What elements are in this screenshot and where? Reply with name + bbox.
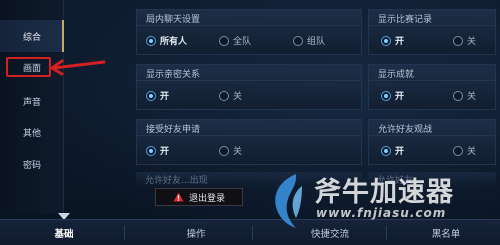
radio-icon — [219, 90, 229, 101]
option-label: 关 — [467, 147, 477, 157]
radio-option-team[interactable]: 全队 — [219, 34, 251, 47]
divider — [137, 25, 361, 26]
panel-title: 接受好友申请 — [146, 125, 201, 135]
divider — [369, 25, 495, 26]
radio-icon — [219, 145, 229, 156]
radio-option-off[interactable]: 关 — [453, 144, 476, 157]
sidebar-item-label: 其他 — [22, 128, 41, 139]
watermark-title: 斧牛加速器 — [314, 177, 454, 208]
radio-option-off[interactable]: 关 — [219, 89, 242, 102]
panel-friend-watch: 允许好友观战 开 关 — [368, 119, 496, 165]
radio-option-off[interactable]: 关 — [453, 34, 476, 47]
option-label: 开 — [395, 147, 405, 157]
radio-option-on[interactable]: 开 — [146, 89, 169, 102]
radio-option-everyone[interactable]: 所有人 — [146, 34, 187, 47]
radio-option-on[interactable]: 开 — [146, 144, 169, 157]
panel-title: 局内聊天设置 — [146, 15, 201, 25]
panel-title: 显示亲密关系 — [146, 70, 201, 80]
option-label: 关 — [233, 92, 243, 102]
highlight-box — [6, 57, 51, 77]
divider — [369, 80, 495, 81]
sidebar-item-password[interactable]: 密码 — [0, 148, 64, 180]
divider — [137, 80, 361, 81]
panel-achievement: 显示成就 开 关 — [368, 64, 496, 110]
panel-title: 显示比赛记录 — [378, 15, 433, 25]
sidebar-item-label: 声音 — [22, 97, 41, 108]
radio-option-off[interactable]: 关 — [453, 89, 476, 102]
sidebar-item-general[interactable]: 综合 — [0, 20, 64, 52]
logout-button[interactable]: 退出登录 — [155, 188, 243, 206]
panel-match-record: 显示比赛记录 开 关 — [368, 9, 496, 55]
panel-title: 显示成就 — [378, 70, 415, 80]
tab-basic[interactable]: 基础 — [16, 220, 112, 245]
option-label: 开 — [160, 147, 170, 157]
radio-selected-icon — [381, 90, 391, 101]
option-label: 关 — [467, 92, 477, 102]
watermark-logo-icon — [275, 174, 302, 228]
option-label: 开 — [395, 37, 405, 47]
watermark-url: www.fnjiasu.com — [316, 206, 447, 220]
radio-icon — [453, 145, 463, 156]
red-arrow-icon — [50, 59, 106, 76]
settings-sidebar: 综合 画面 声音 其他 密码 — [0, 0, 64, 213]
radio-icon — [293, 35, 303, 46]
radio-icon — [453, 35, 463, 46]
option-label: 开 — [160, 92, 170, 102]
warning-icon — [173, 192, 184, 202]
sidebar-item-label: 密码 — [22, 160, 41, 171]
tab-separator — [124, 226, 125, 240]
panel-title: 允许好友观战 — [378, 125, 433, 135]
option-label: 所有人 — [160, 37, 188, 47]
panel-chat-settings: 局内聊天设置 所有人 全队 组队 — [136, 9, 362, 55]
watermark: 斧牛加速器 www.fnjiasu.com — [262, 170, 500, 240]
panel-title: 允许好友...出现 — [145, 176, 208, 186]
option-label: 关 — [233, 147, 243, 157]
radio-option-party[interactable]: 组队 — [293, 34, 325, 47]
sidebar-item-other[interactable]: 其他 — [0, 116, 64, 148]
radio-icon — [219, 35, 229, 46]
panel-relationship: 显示亲密关系 开 关 — [136, 64, 362, 110]
sidebar-item-label: 综合 — [22, 32, 41, 43]
radio-icon — [453, 90, 463, 101]
option-label: 全队 — [233, 37, 252, 47]
radio-selected-icon — [146, 90, 156, 101]
radio-option-off[interactable]: 关 — [219, 144, 242, 157]
radio-option-on[interactable]: 开 — [381, 34, 404, 47]
tab-separator — [252, 226, 253, 240]
radio-selected-icon — [146, 145, 156, 156]
tab-label: 操作 — [186, 229, 206, 240]
logout-label: 退出登录 — [188, 193, 225, 204]
radio-selected-icon — [381, 35, 391, 46]
radio-selected-icon — [146, 35, 156, 46]
option-label: 组队 — [307, 37, 326, 47]
radio-selected-icon — [381, 145, 391, 156]
tab-label: 基础 — [54, 229, 74, 240]
radio-option-on[interactable]: 开 — [381, 89, 404, 102]
tab-controls[interactable]: 操作 — [148, 220, 244, 245]
sidebar-item-sound[interactable]: 声音 — [0, 85, 64, 117]
option-label: 关 — [467, 37, 477, 47]
option-label: 开 — [395, 92, 405, 102]
divider — [137, 135, 361, 136]
divider — [369, 135, 495, 136]
panel-friend-request: 接受好友申请 开 关 — [136, 119, 362, 165]
radio-option-on[interactable]: 开 — [381, 144, 404, 157]
